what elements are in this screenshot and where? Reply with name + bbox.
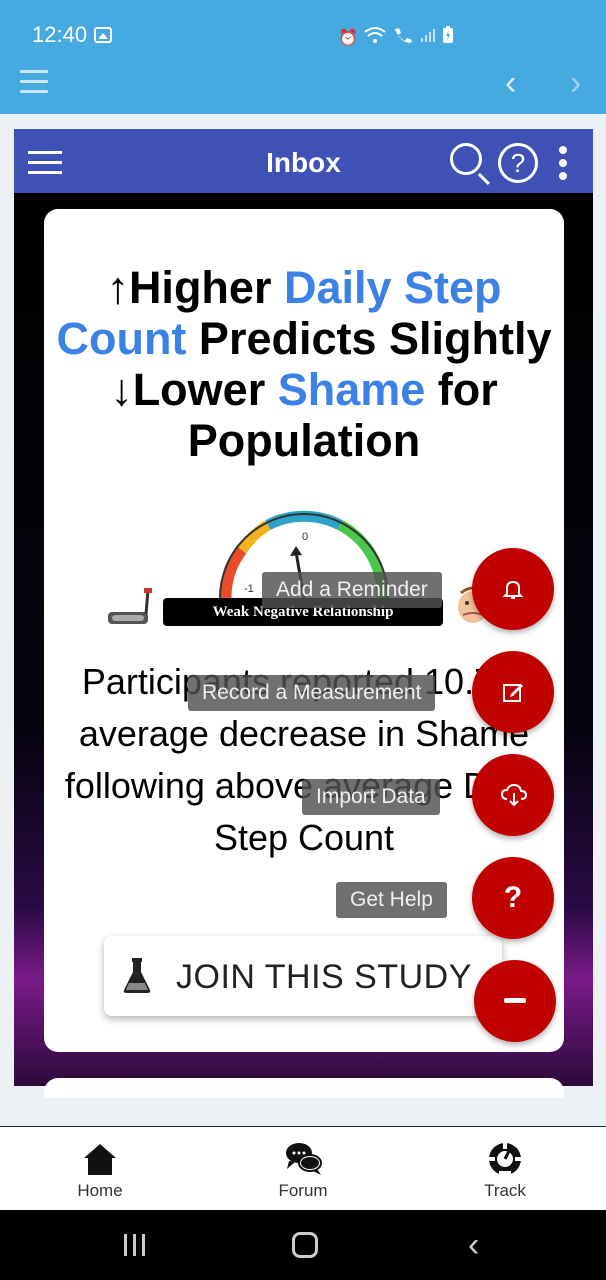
status-icons: ⏰ xyxy=(338,26,454,49)
forward-chevron-icon[interactable]: › xyxy=(570,64,581,103)
system-home-icon[interactable] xyxy=(292,1232,318,1258)
gauge-tick-minus-one: -1 xyxy=(244,583,254,595)
add-reminder-button[interactable] xyxy=(472,548,554,630)
treadmill-icon xyxy=(108,588,152,624)
search-icon[interactable] xyxy=(450,143,482,175)
nav-forum-label: Forum xyxy=(278,1181,328,1200)
nav-home[interactable]: Home xyxy=(40,1127,160,1211)
wifi-icon xyxy=(364,26,386,49)
alarm-icon: ⏰ xyxy=(338,29,358,47)
image-notification-icon xyxy=(94,27,112,43)
gauge-tick-zero: 0 xyxy=(302,531,308,543)
back-chevron-icon[interactable]: ‹ xyxy=(505,64,516,103)
next-card xyxy=(44,1078,564,1098)
recents-icon[interactable] xyxy=(124,1234,151,1261)
system-nav-bar: ‹ xyxy=(0,1210,606,1280)
get-help-label[interactable]: Get Help xyxy=(336,882,447,918)
import-data-button[interactable] xyxy=(472,754,554,836)
close-fab-menu-button[interactable] xyxy=(474,960,556,1042)
forum-icon xyxy=(286,1143,322,1175)
app-menu-icon[interactable] xyxy=(20,70,48,93)
dashboard-icon xyxy=(489,1143,521,1177)
app-toolbar: ‹ › xyxy=(0,64,606,114)
add-reminder-label[interactable]: Add a Reminder xyxy=(262,572,442,608)
status-bar: 12:40 ⏰ xyxy=(0,0,606,70)
import-data-label[interactable]: Import Data xyxy=(302,779,440,815)
signal-icon xyxy=(420,27,436,48)
edit-icon xyxy=(503,684,523,702)
flask-icon xyxy=(123,958,151,993)
battery-icon xyxy=(442,26,454,49)
join-study-button[interactable]: JOIN THIS STUDY xyxy=(104,936,502,1016)
record-measurement-label[interactable]: Record a Measurement xyxy=(188,675,436,711)
status-time: 12:40 xyxy=(32,22,88,47)
more-options-icon[interactable] xyxy=(559,146,567,185)
cloud-download-icon xyxy=(501,783,527,807)
get-help-button[interactable]: ? xyxy=(472,857,554,939)
wifi-call-icon xyxy=(392,26,414,49)
help-icon[interactable]: ? xyxy=(498,143,538,183)
join-study-label: JOIN THIS STUDY xyxy=(176,958,472,996)
nav-home-label: Home xyxy=(77,1181,123,1200)
bell-icon xyxy=(502,580,524,599)
minus-icon xyxy=(504,998,526,1003)
nav-track[interactable]: Track xyxy=(445,1127,565,1211)
system-back-icon[interactable]: ‹ xyxy=(468,1226,479,1265)
nav-track-label: Track xyxy=(484,1181,526,1200)
question-icon: ? xyxy=(503,881,523,914)
home-icon xyxy=(84,1144,116,1175)
inbox-header: Inbox ? xyxy=(14,129,593,193)
bottom-nav: Home Forum Track xyxy=(0,1126,606,1210)
nav-forum[interactable]: Forum xyxy=(243,1127,363,1211)
headline-effect: Shame xyxy=(277,364,426,415)
study-headline: ↑Higher Daily Step Count Predicts Slight… xyxy=(44,262,564,466)
headline-part: ↑Higher xyxy=(106,262,284,313)
record-measurement-button[interactable] xyxy=(472,651,554,733)
